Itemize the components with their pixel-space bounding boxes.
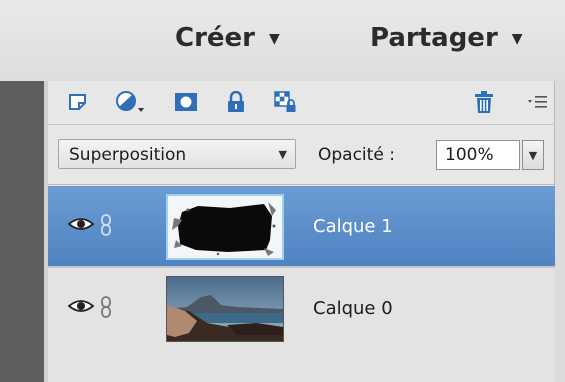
new-layer-icon[interactable] [66,91,90,113]
lock-transparency-icon[interactable] [274,91,298,113]
lock-all-icon[interactable] [224,91,248,113]
share-dropdown-icon: ▼ [511,31,523,47]
opacity-dropdown-button[interactable]: ▼ [522,140,544,170]
link-chain-icon[interactable] [100,296,112,322]
share-button[interactable]: Partager ▼ [370,18,523,58]
share-label: Partager [370,23,498,53]
blend-mode-select[interactable]: Superposition ▼ [58,139,296,169]
panel-scroll-area[interactable] [554,81,565,382]
layer-thumbnail[interactable] [166,276,284,342]
trash-icon[interactable] [472,91,496,113]
visibility-eye-icon[interactable] [67,216,95,236]
left-dock [0,81,44,382]
create-button[interactable]: Créer ▼ [175,18,280,58]
layers-toolbar [48,81,555,122]
blend-controls: Superposition ▼ Opacité : 100% ▼ [48,126,555,184]
layer-row-selected[interactable]: Calque 1 [48,186,555,266]
layer-mask-icon[interactable] [174,91,198,113]
chevron-down-icon: ▼ [528,148,538,162]
layer-row[interactable]: Calque 0 [48,268,555,348]
layer-name[interactable]: Calque 0 [313,298,393,319]
opacity-input[interactable]: 100% [436,140,520,170]
layer-thumbnail[interactable] [166,194,284,260]
layer-name[interactable]: Calque 1 [313,216,393,237]
link-chain-icon[interactable] [100,214,112,240]
create-dropdown-icon: ▼ [269,31,280,47]
opacity-label: Opacité : [318,145,395,165]
chevron-down-icon: ▼ [278,148,287,161]
adjustment-layer-icon[interactable] [114,91,150,113]
panel-menu-icon[interactable] [526,91,550,113]
top-header: Créer ▼ Partager ▼ [0,0,565,81]
visibility-eye-icon[interactable] [67,298,95,318]
create-label: Créer [175,23,255,53]
toolbar-divider [48,124,555,125]
layers-empty-area [48,348,555,382]
blend-divider [48,184,555,185]
blend-mode-value: Superposition [69,145,187,165]
